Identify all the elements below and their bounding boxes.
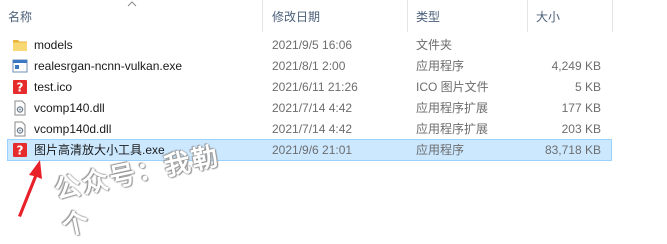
file-type: ICO 图片文件 xyxy=(416,80,489,94)
column-header-date[interactable]: 修改日期 xyxy=(264,0,409,32)
file-row-image-upscale-tool[interactable]: ? 图片高清放大小工具.exe 2021/9/6 21:01 应用程序 83,7… xyxy=(7,139,612,161)
file-name: test.ico xyxy=(34,80,73,94)
file-name: models xyxy=(34,38,73,52)
file-date: 2021/7/14 4:42 xyxy=(272,122,353,136)
question-icon: ? xyxy=(13,80,27,95)
exe-icon xyxy=(12,59,28,73)
dll-icon xyxy=(14,100,26,116)
file-type: 应用程序 xyxy=(416,143,465,157)
file-date: 2021/9/6 21:01 xyxy=(272,143,353,157)
file-date: 2021/8/1 2:00 xyxy=(272,59,346,73)
file-type: 应用程序扩展 xyxy=(416,122,489,136)
file-date: 2021/6/11 21:26 xyxy=(272,80,358,94)
question-icon: ? xyxy=(13,143,27,158)
dll-icon xyxy=(14,121,26,137)
file-row-realesrgan[interactable]: realesrgan-ncnn-vulkan.exe 2021/8/1 2:00… xyxy=(8,56,611,76)
folder-icon xyxy=(13,40,27,51)
red-arrow-annotation xyxy=(18,160,42,217)
file-size: 177 KB xyxy=(561,101,601,115)
file-type: 文件夹 xyxy=(416,38,453,52)
file-row-vcomp140d[interactable]: vcomp140d.dll 2021/7/14 4:42 应用程序扩展 203 … xyxy=(8,119,611,139)
file-date: 2021/9/5 16:06 xyxy=(272,38,353,52)
column-divider[interactable] xyxy=(262,0,263,32)
file-row-test-ico[interactable]: ? test.ico 2021/6/11 21:26 ICO 图片文件 5 KB xyxy=(8,77,611,97)
file-size: 4,249 KB xyxy=(551,59,601,73)
svg-text:?: ? xyxy=(17,144,24,158)
column-divider[interactable] xyxy=(612,0,613,32)
file-date: 2021/7/14 4:42 xyxy=(272,101,353,115)
file-name: realesrgan-ncnn-vulkan.exe xyxy=(34,59,183,73)
file-size: 203 KB xyxy=(561,122,601,136)
column-header-type[interactable]: 类型 xyxy=(408,0,528,32)
sort-ascending-icon xyxy=(127,1,137,7)
file-size: 5 KB xyxy=(574,80,601,94)
column-header-bar: 名称 修改日期 类型 大小 xyxy=(0,0,667,32)
file-row-models[interactable]: models 2021/9/5 16:06 文件夹 xyxy=(8,35,611,55)
file-row-vcomp140[interactable]: vcomp140.dll 2021/7/14 4:42 应用程序扩展 177 K… xyxy=(8,98,611,118)
file-name: vcomp140.dll xyxy=(34,101,105,115)
file-name: vcomp140d.dll xyxy=(34,122,112,136)
file-size: 83,718 KB xyxy=(544,143,601,157)
file-type: 应用程序 xyxy=(416,59,465,73)
column-header-size[interactable]: 大小 xyxy=(528,0,613,32)
file-type: 应用程序扩展 xyxy=(416,101,489,115)
svg-text:?: ? xyxy=(17,81,24,95)
